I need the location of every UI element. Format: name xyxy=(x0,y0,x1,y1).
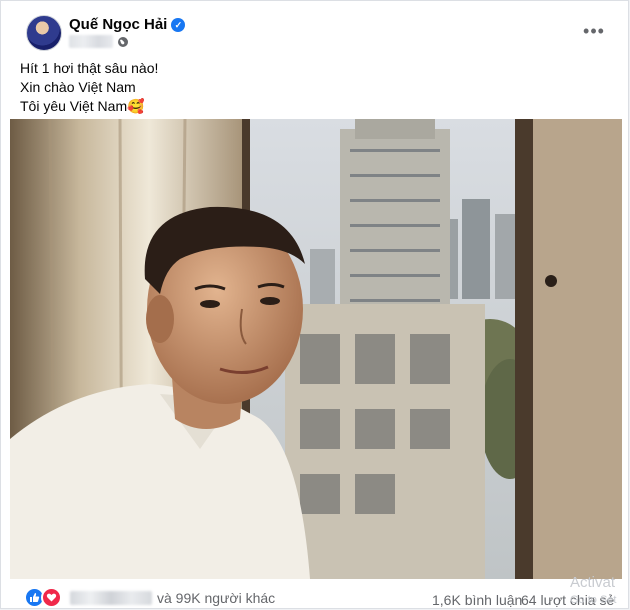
post-text-line-3: Tôi yêu Việt Nam🥰 xyxy=(20,98,145,114)
post-card: Quế Ngọc Hải ✓ ••• Hít 1 hơi thật sâu nà… xyxy=(0,0,629,609)
more-options-icon: ••• xyxy=(583,20,605,41)
post-header: Quế Ngọc Hải ✓ ••• xyxy=(21,11,614,51)
selfie-photo-illustration xyxy=(10,119,622,579)
post-meta xyxy=(69,35,129,48)
verified-badge-icon: ✓ xyxy=(171,17,186,32)
love-reaction-icon xyxy=(41,587,62,608)
post-text-line-2: Xin chào Việt Nam xyxy=(20,79,136,95)
more-options-button[interactable]: ••• xyxy=(582,19,606,43)
globe-icon[interactable] xyxy=(117,36,129,48)
post-text-line-1: Hít 1 hơi thật sâu nào! xyxy=(20,60,159,76)
reaction-count-text: và 99K người khác xyxy=(157,589,276,606)
post-footer: và 99K người khác 1,6K bình luận 64 lượt… xyxy=(1,582,630,610)
author-avatar[interactable] xyxy=(26,15,62,51)
author-row: Quế Ngọc Hải ✓ xyxy=(69,16,186,33)
activate-windows-watermark-subtext: Go to Set xyxy=(570,594,617,606)
reaction-summary[interactable]: và 99K người khác xyxy=(24,587,275,608)
blurred-reactor-names xyxy=(70,590,152,605)
blurred-timestamp[interactable] xyxy=(69,35,113,48)
activate-windows-watermark: Activat xyxy=(570,574,616,591)
post-text: Hít 1 hơi thật sâu nào! Xin chào Việt Na… xyxy=(20,59,158,116)
author-name[interactable]: Quế Ngọc Hải xyxy=(69,16,167,33)
post-photo[interactable] xyxy=(10,119,622,579)
comments-count-link[interactable]: 1,6K bình luận xyxy=(432,592,522,608)
